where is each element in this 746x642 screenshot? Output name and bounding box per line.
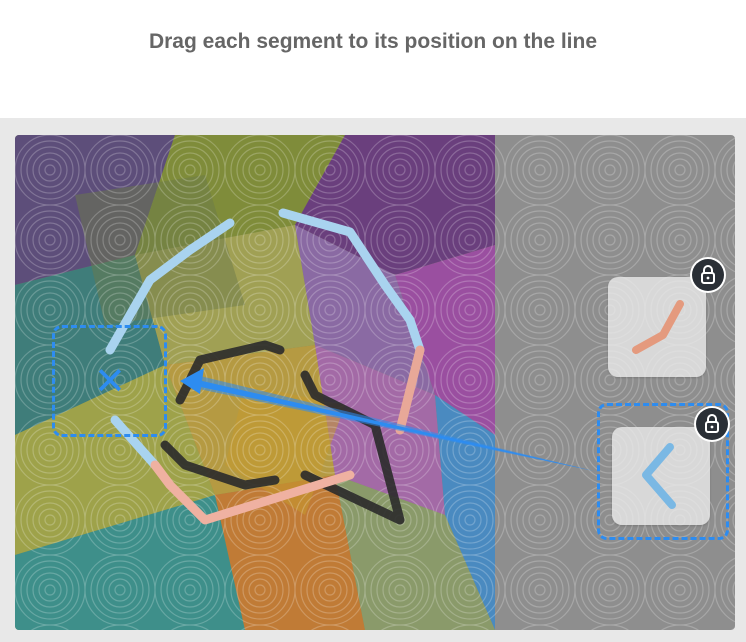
segment-piece-2[interactable] — [612, 427, 710, 525]
x-icon: ✕ — [94, 359, 126, 403]
lock-icon — [692, 259, 724, 291]
instruction-title: Drag each segment to its position on the… — [148, 30, 598, 53]
check-stroke-shape — [632, 300, 684, 354]
lock-icon — [696, 408, 728, 440]
left-chevron-shape — [642, 443, 676, 509]
segment-piece-1[interactable] — [608, 277, 706, 377]
